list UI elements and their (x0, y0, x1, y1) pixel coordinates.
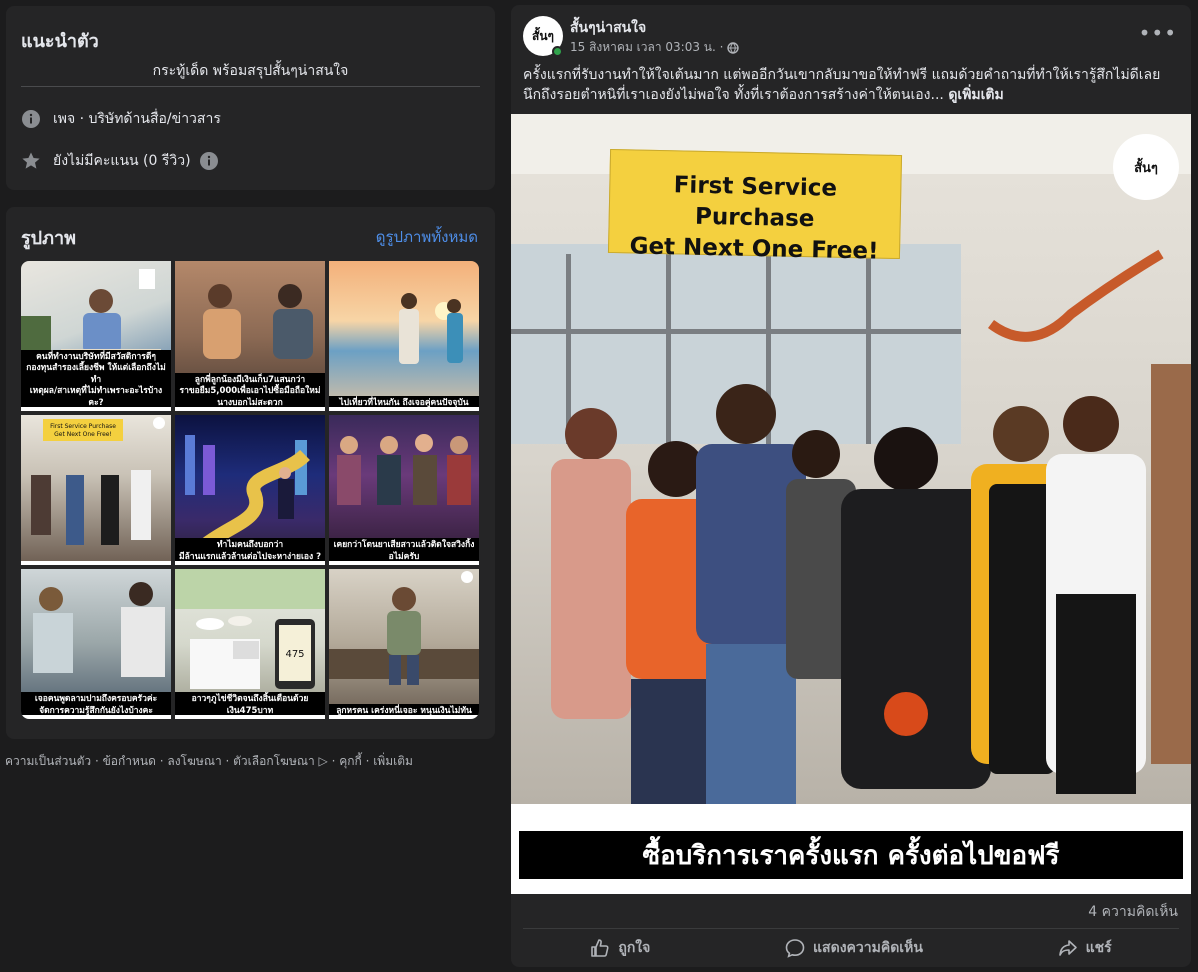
intro-card: แนะนำตัว กระทู้เด็ด พร้อมสรุปสั้นๆน่าสนใ… (6, 6, 495, 190)
photo-thumbnail[interactable]: เคยกว่าโดนยาเสียสาวแล้วติดใจสวิงกิ้ง อไม… (329, 415, 479, 565)
info-icon (21, 109, 41, 129)
thumbs-up-icon (591, 939, 609, 957)
post-meta: 15 สิงหาคม เวลา 03:03 น. · (570, 38, 740, 57)
photo-thumbnail[interactable]: ลูกพี่ลูกน้องมีเงินเก็บ7แสนกว่า ราขอยืม5… (175, 261, 325, 411)
see-all-photos-link[interactable]: ดูรูปภาพทั้งหมด (376, 225, 478, 249)
like-button[interactable]: ถูกใจ (590, 937, 650, 959)
post-text-line-1: ครั้งแรกที่รับงานทำให้ใจเต้นมาก แต่พออีก… (523, 67, 1161, 83)
photo-thumbnail[interactable]: ทำไมคนถึงบอกว่า มีล้านแรกแล้วล้านต่อไปจะ… (175, 415, 325, 565)
intro-category: เพจ · บริษัทด้านสื่อ/ข่าวสาร (53, 111, 221, 127)
post-card: สั้นๆ สั้นๆน่าสนใจ 15 สิงหาคม เวลา 03:03… (511, 5, 1191, 967)
intro-category-row: เพจ · บริษัทด้านสื่อ/ข่าวสาร (21, 108, 221, 130)
share-label: แชร์ (1085, 940, 1112, 956)
comment-label: แสดงความคิดเห็น (813, 940, 923, 956)
svg-text:475: 475 (285, 649, 304, 660)
intro-rating: ยังไม่มีคะแนน (0 รีวิว) (53, 153, 191, 169)
post-text-line-2: นึกถึงรอยตำหนิที่เราเองยังไม่พอใจ ทั้งที… (523, 87, 1004, 103)
star-icon (21, 151, 41, 171)
image-sign-line-1: First Service Purchase (673, 172, 838, 233)
see-more-link[interactable]: ดูเพิ่มเติม (948, 87, 1003, 103)
intro-title: แนะนำตัว (21, 31, 99, 52)
page-name[interactable]: สั้นๆน่าสนใจ (570, 17, 646, 39)
comment-icon (785, 939, 805, 958)
image-sign: First Service Purchase Get Next One Free… (607, 148, 903, 265)
like-label: ถูกใจ (618, 940, 651, 956)
svg-text:Get Next One Free!: Get Next One Free! (54, 431, 112, 438)
photo-thumbnail[interactable]: ไปเที่ยวที่ไหนกัน ถึงเจอคู่คนปัจจุบัน (329, 261, 479, 411)
photo-caption: คนที่ทำงานบริษัทที่มีสวัสดิการดีๆ กองทุน… (21, 349, 171, 411)
more-options-icon[interactable]: ••• (1139, 21, 1177, 45)
comment-button[interactable]: แสดงความคิดเห็น (785, 937, 923, 959)
post-image[interactable]: First Service Purchase Get Next One Free… (511, 114, 1191, 894)
share-icon (1058, 940, 1077, 956)
globe-icon (727, 41, 740, 54)
intro-rating-row: ยังไม่มีคะแนน (0 รีวิว) (21, 150, 219, 172)
photos-card: รูปภาพ ดูรูปภาพทั้งหมด คนที่ทำงานบริษัทท… (6, 207, 495, 739)
post-timestamp[interactable]: 15 สิงหาคม เวลา 03:03 น. · (570, 38, 723, 57)
post-actions: ถูกใจ แสดงความคิดเห็น แชร์ (523, 933, 1179, 963)
footer-links[interactable]: ความเป็นส่วนตัว · ข้อกำหนด · ลงโฆษณา · ต… (5, 752, 413, 771)
image-sign-line-2: Get Next One Free! (629, 233, 879, 265)
actions-divider (523, 928, 1179, 929)
photo-thumbnail[interactable]: 475 อาวๆภูไข่ชีวิตจนถึงสิ้นเดือนด้วยเงิน… (175, 569, 325, 719)
intro-divider (21, 86, 480, 87)
photo-thumbnail[interactable]: คนที่ทำงานบริษัทที่มีสวัสดิการดีๆ กองทุน… (21, 261, 171, 411)
photo-thumbnail[interactable]: ลูกหรคน เคร่งหนี่เจอะ หนุนเงินไม่ทัน (329, 569, 479, 719)
photos-grid: คนที่ทำงานบริษัทที่มีสวัสดิการดีๆ กองทุน… (21, 261, 479, 719)
image-banner: ซื้อบริการเราครั้งแรก ครั้งต่อไปขอฟรี (519, 831, 1183, 879)
post-text: ครั้งแรกที่รับงานทำให้ใจเต้นมาก แต่พออีก… (523, 65, 1181, 105)
online-indicator (552, 46, 563, 57)
photo-thumbnail[interactable]: First Service Purchase Get Next One Free! (21, 415, 171, 565)
share-button[interactable]: แชร์ (1058, 937, 1112, 959)
photo-caption: ลูกพี่ลูกน้องมีเงินเก็บ7แสนกว่า ราขอยืม5… (175, 372, 325, 411)
comments-count[interactable]: 4 ความคิดเห็น (1088, 901, 1178, 923)
image-logo-badge: สั้นๆ (1113, 134, 1179, 200)
svg-text:First Service Purchase: First Service Purchase (50, 423, 116, 430)
intro-tagline: กระทู้เด็ด พร้อมสรุปสั้นๆน่าสนใจ (152, 63, 349, 79)
photo-thumbnail[interactable]: เจอคนพูดลามปามถึงครอบครัวค่ะ จัดการความร… (21, 569, 171, 719)
rating-info-icon[interactable] (199, 151, 219, 171)
photos-title: รูปภาพ (21, 228, 76, 249)
